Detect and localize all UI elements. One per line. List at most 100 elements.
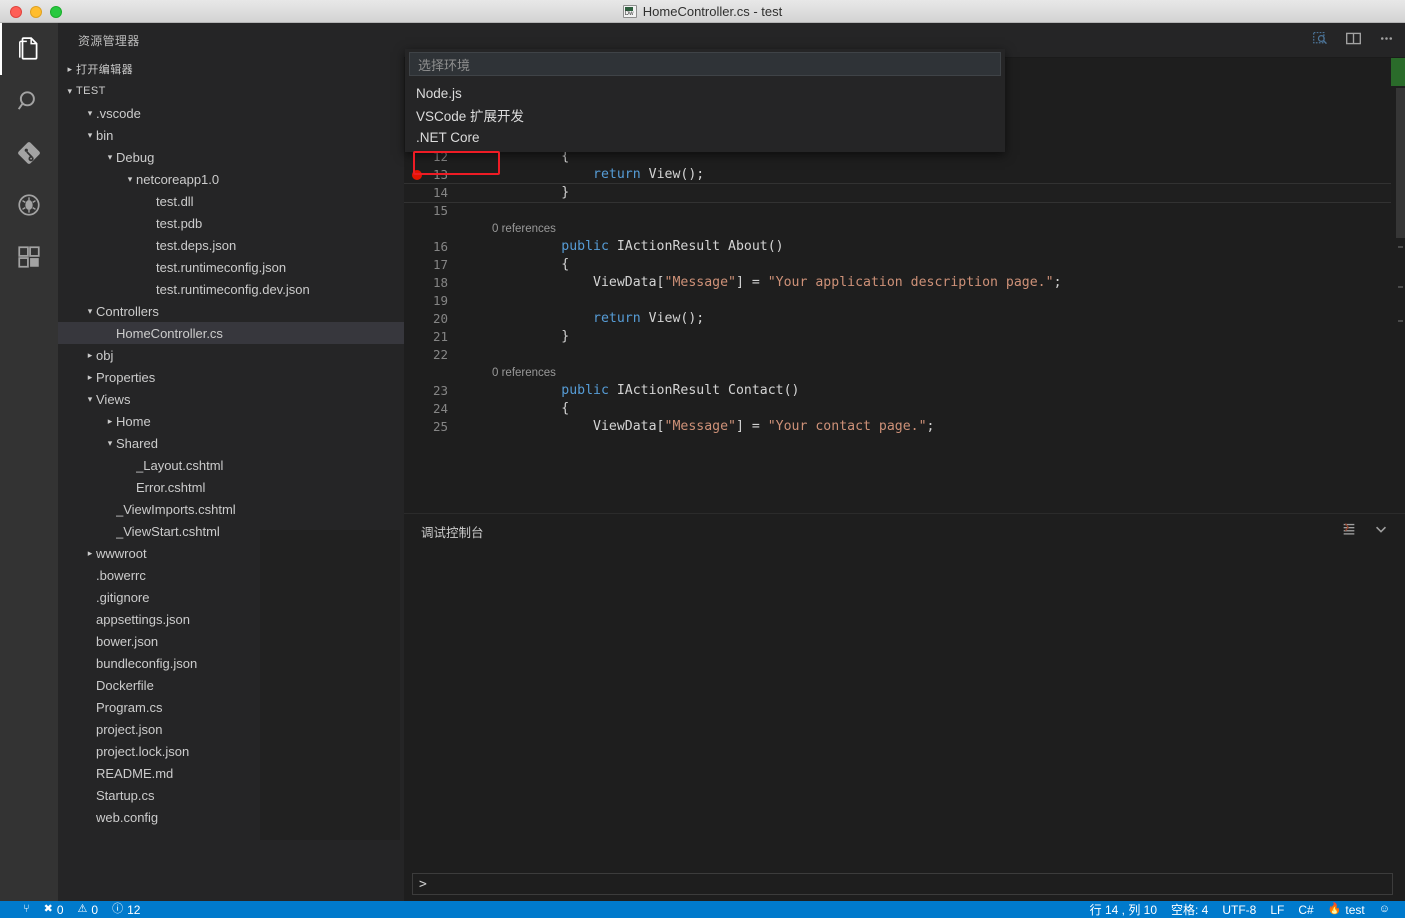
tree-row[interactable]: project.json	[58, 718, 404, 740]
open-preview-icon[interactable]	[1312, 30, 1329, 52]
line-number: 14	[404, 184, 448, 202]
tree-row[interactable]: ▾Controllers	[58, 300, 404, 322]
tree-row-label: Error.cshtml	[136, 480, 205, 495]
chevron-right-icon[interactable]: ▸	[84, 548, 96, 559]
tree-row[interactable]: ▸wwwroot	[58, 542, 404, 564]
tree-row[interactable]: _ViewImports.cshtml	[58, 498, 404, 520]
tree-row[interactable]: test.deps.json	[58, 234, 404, 256]
tree-row[interactable]: _ViewStart.cshtml	[58, 520, 404, 542]
activity-explorer[interactable]	[0, 23, 58, 75]
chevron-down-icon[interactable]: ▾	[64, 86, 76, 97]
chevron-down-icon[interactable]: ▾	[84, 394, 96, 405]
explorer-section-1[interactable]: ▾TEST	[58, 80, 404, 102]
tree-row[interactable]: ▾Shared	[58, 432, 404, 454]
debug-console-input[interactable]: >	[412, 873, 1393, 895]
code-lens[interactable]: 0 references	[404, 364, 1405, 382]
tree-row[interactable]: Error.cshtml	[58, 476, 404, 498]
line-number: 15	[404, 202, 448, 220]
tree-row[interactable]: Program.cs	[58, 696, 404, 718]
editor-scrollbar-slider[interactable]	[1396, 88, 1405, 238]
editor-overview-ruler[interactable]	[1391, 58, 1405, 513]
code-token: IActionResult Contact()	[609, 383, 800, 398]
code-line: 23 public IActionResult Contact()	[404, 382, 1405, 400]
tree-row-label: wwwroot	[96, 546, 147, 561]
status-cursor-position-label: 行 14 , 列 10	[1090, 901, 1157, 918]
code-token: "Message"	[665, 275, 736, 290]
chevron-down-icon[interactable]: ▾	[84, 130, 96, 141]
activity-extensions[interactable]	[0, 231, 58, 283]
tree-row[interactable]: _Layout.cshtml	[58, 454, 404, 476]
code-line: 22	[404, 346, 1405, 364]
line-number: 13	[404, 166, 448, 184]
tree-row[interactable]: bower.json	[58, 630, 404, 652]
chevron-right-icon[interactable]: ▸	[84, 372, 96, 383]
tree-row[interactable]: HomeController.cs	[58, 322, 404, 344]
tree-row[interactable]: ▾Debug	[58, 146, 404, 168]
panel-header: 调试控制台	[404, 514, 1405, 549]
status-branch[interactable]: ⑂	[16, 901, 37, 918]
tree-row[interactable]: web.config	[58, 806, 404, 828]
tree-row[interactable]: ▾Views	[58, 388, 404, 410]
clear-console-icon[interactable]	[1341, 521, 1357, 542]
editor-actions	[1312, 23, 1395, 58]
status-cursor-position[interactable]: 行 14 , 列 10	[1083, 901, 1164, 918]
tree-row[interactable]: Dockerfile	[58, 674, 404, 696]
quick-pick-item[interactable]: .NET Core	[405, 126, 1005, 148]
tree-row[interactable]: ▾bin	[58, 124, 404, 146]
status-indentation[interactable]: 空格: 4	[1164, 901, 1215, 918]
more-actions-icon[interactable]	[1378, 30, 1395, 52]
tree-row[interactable]: test.runtimeconfig.dev.json	[58, 278, 404, 300]
line-content: ViewData["Message"] = "Your contact page…	[466, 418, 934, 436]
quick-pick-list: Node.jsVSCode 扩展开发.NET Core	[405, 76, 1005, 152]
overview-mark	[1398, 286, 1403, 288]
line-number: 16	[404, 238, 448, 256]
chevron-right-icon[interactable]: ▸	[104, 416, 116, 427]
tree-row[interactable]: test.pdb	[58, 212, 404, 234]
status-errors[interactable]: ✖0	[37, 901, 71, 918]
chevron-down-icon[interactable]: ▾	[84, 108, 96, 119]
tree-row[interactable]: ▾.vscode	[58, 102, 404, 124]
status-language-mode[interactable]: C#	[1291, 901, 1320, 918]
tree-row[interactable]: ▸obj	[58, 344, 404, 366]
tree-row[interactable]: README.md	[58, 762, 404, 784]
status-warnings[interactable]: ⚠0	[71, 901, 106, 918]
overview-mark	[1398, 320, 1403, 322]
tree-row[interactable]: ▾netcoreapp1.0	[58, 168, 404, 190]
status-eol[interactable]: LF	[1263, 901, 1291, 918]
tree-row[interactable]: project.lock.json	[58, 740, 404, 762]
status-encoding[interactable]: UTF-8	[1215, 901, 1263, 918]
tree-row[interactable]: ▸Properties	[58, 366, 404, 388]
tree-row[interactable]: test.runtimeconfig.json	[58, 256, 404, 278]
quick-pick-item[interactable]: VSCode 扩展开发	[405, 104, 1005, 126]
tree-row[interactable]: appsettings.json	[58, 608, 404, 630]
quick-pick-input[interactable]: 选择环境	[409, 52, 1001, 76]
activity-debug[interactable]	[0, 179, 58, 231]
chevron-down-icon[interactable]: ▾	[84, 306, 96, 317]
activity-source-control[interactable]	[0, 127, 58, 179]
chevron-down-icon[interactable]: ▾	[104, 438, 116, 449]
tree-row[interactable]: Startup.cs	[58, 784, 404, 806]
tree-row[interactable]: ▸Home	[58, 410, 404, 432]
tree-row[interactable]: .bowerrc	[58, 564, 404, 586]
quick-pick-item[interactable]: Node.js	[405, 82, 1005, 104]
status-omnisharp-project[interactable]: 🔥test	[1321, 901, 1372, 918]
chevron-down-icon[interactable]: ▾	[124, 174, 136, 185]
close-panel-icon[interactable]	[1373, 521, 1389, 542]
status-feedback-smiley[interactable]: ☺	[1372, 901, 1397, 918]
code-lens[interactable]: 0 references	[404, 220, 1405, 238]
chevron-right-icon[interactable]: ▸	[84, 350, 96, 361]
tree-row[interactable]: test.dll	[58, 190, 404, 212]
status-bar-left: ⑂✖0⚠0ⓘ12	[0, 901, 147, 918]
tree-row[interactable]: .gitignore	[58, 586, 404, 608]
line-content: ViewData["Message"] = "Your application …	[466, 274, 1062, 292]
debug-console-output	[404, 549, 1405, 869]
activity-search[interactable]	[0, 75, 58, 127]
chevron-down-icon[interactable]: ▾	[104, 152, 116, 163]
tree-row-label: HomeController.cs	[116, 326, 223, 341]
status-infos[interactable]: ⓘ12	[105, 901, 147, 918]
chevron-right-icon[interactable]: ▸	[64, 64, 76, 75]
explorer-section-0[interactable]: ▸打开编辑器	[58, 58, 404, 80]
tree-row[interactable]: bundleconfig.json	[58, 652, 404, 674]
code-token: "Message"	[665, 419, 736, 434]
split-editor-icon[interactable]	[1345, 30, 1362, 52]
